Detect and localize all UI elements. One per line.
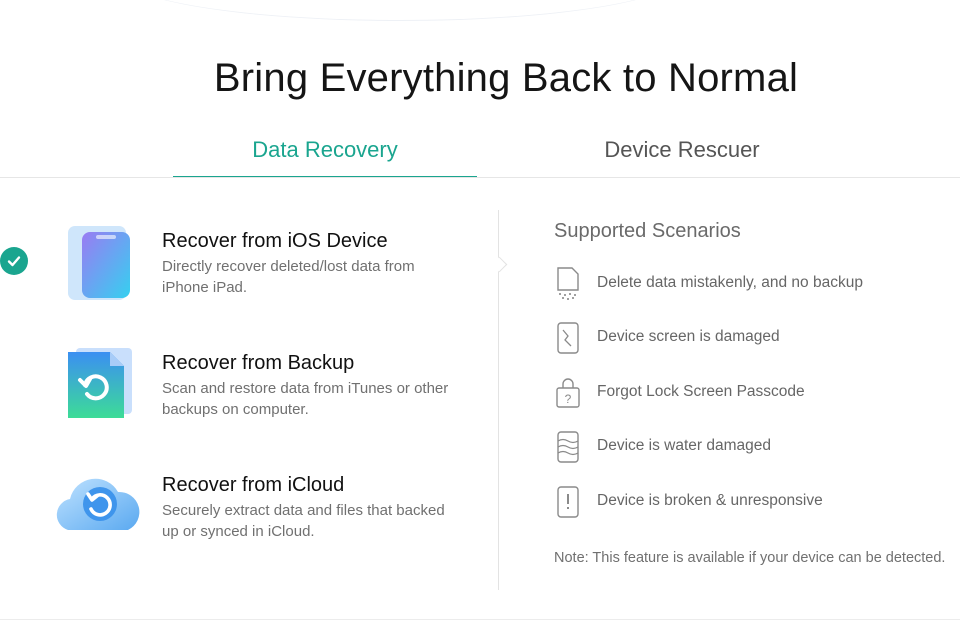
scenario-label: Device is water damaged: [597, 437, 772, 454]
option-title: Recover from iOS Device: [162, 230, 388, 252]
option-description: Scan and restore data from iTunes or oth…: [162, 380, 449, 418]
scenario-label: Forgot Lock Screen Passcode: [597, 383, 805, 400]
option-title: Recover from Backup: [162, 352, 355, 374]
selected-check-icon: [0, 247, 28, 275]
phone-icon: [50, 220, 150, 312]
page-title: Bring Everything Back to Normal: [213, 56, 799, 100]
broken-device-icon: [554, 484, 582, 520]
scenario-item: ? Forgot Lock Screen Passcode: [554, 375, 954, 415]
option-recover-icloud[interactable]: Recover from iCloud Securely extract dat…: [50, 464, 480, 564]
mode-tabs: Data Recovery Device Rescuer: [0, 128, 960, 178]
option-recover-backup[interactable]: Recover from Backup Scan and restore dat…: [50, 342, 480, 442]
backup-file-icon: [50, 342, 150, 434]
option-description: Directly recover deleted/lost data from …: [162, 258, 415, 296]
scenario-item: Delete data mistakenly, and no backup: [554, 266, 954, 306]
scenarios-title: Supported Scenarios: [554, 220, 741, 242]
header-decoration: [120, 0, 680, 21]
svg-text:?: ?: [565, 392, 572, 406]
scenario-item: Device screen is damaged: [554, 320, 954, 360]
scenario-item: Device is broken & unresponsive: [554, 484, 954, 524]
tabs-divider: [0, 177, 960, 178]
divider-pointer: [491, 256, 508, 273]
scenario-item: Device is water damaged: [554, 429, 954, 469]
scenario-label: Delete data mistakenly, and no backup: [597, 274, 863, 291]
tab-device-rescuer[interactable]: Device Rescuer: [530, 128, 834, 176]
icloud-icon: [50, 464, 150, 556]
tab-data-recovery[interactable]: Data Recovery: [173, 128, 477, 178]
scenario-label: Device screen is damaged: [597, 328, 780, 345]
water-damage-icon: [554, 429, 582, 465]
deleted-file-icon: [554, 266, 582, 302]
bottom-divider: [0, 619, 960, 620]
lock-question-icon: ?: [554, 375, 582, 411]
option-title: Recover from iCloud: [162, 474, 345, 496]
scenario-label: Device is broken & unresponsive: [597, 492, 823, 509]
option-recover-ios-device[interactable]: Recover from iOS Device Directly recover…: [50, 220, 480, 320]
scenarios-note: Note: This feature is available if your …: [554, 550, 946, 566]
option-description: Securely extract data and files that bac…: [162, 502, 445, 540]
cracked-screen-icon: [554, 320, 582, 356]
